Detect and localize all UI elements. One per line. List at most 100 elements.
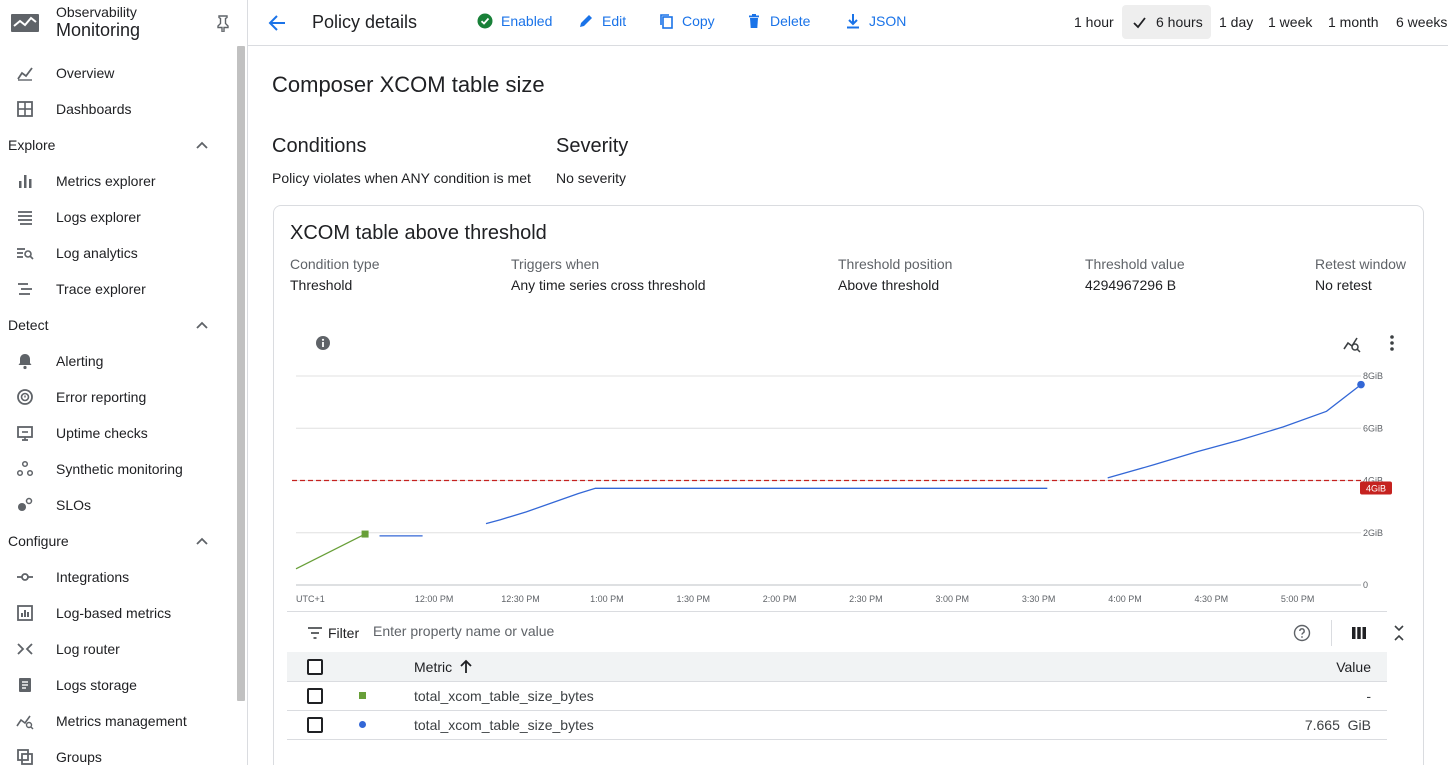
pencil-icon	[580, 15, 592, 27]
columns-icon[interactable]	[1350, 624, 1368, 642]
sidebar-item-label: Trace explorer	[56, 281, 146, 297]
section-label: Detect	[8, 317, 49, 333]
page-header: Policy details Enabled Edit Copy Delete …	[248, 0, 1448, 46]
field-value: 4294967296 B	[1085, 277, 1177, 293]
time-range-label: 6 hours	[1156, 14, 1203, 30]
condition-card: XCOM table above threshold Condition typ…	[273, 205, 1424, 765]
edit-label: Edit	[602, 13, 627, 29]
collapse-icon[interactable]	[1390, 624, 1408, 642]
policy-name: Composer XCOM table size	[272, 72, 545, 97]
section-configure[interactable]: Configure	[0, 523, 247, 559]
bell-icon	[16, 352, 34, 370]
sidebar-item-label: Integrations	[56, 569, 130, 585]
sidebar-nav: Overview Dashboards Explore Metrics expl…	[0, 46, 247, 765]
column-label: Metric	[414, 658, 453, 675]
time-range-1-month[interactable]: 1 month	[1328, 14, 1379, 30]
table-row[interactable]: total_xcom_table_size_bytes 7.665 GiB	[287, 711, 1387, 740]
x-tick-label: 1:00 PM	[590, 594, 624, 604]
brand-subtitle: Observability	[56, 3, 137, 20]
filter-label: Filter	[328, 625, 360, 641]
sidebar-item-metrics-explorer[interactable]: Metrics explorer	[0, 163, 247, 199]
chevron-up-icon	[196, 537, 208, 545]
series-end-marker	[1357, 380, 1365, 389]
conditions-heading: Conditions	[272, 135, 367, 157]
slo-icon	[16, 496, 34, 514]
sidebar-item-logs-explorer[interactable]: Logs explorer	[0, 199, 247, 235]
metric-value: 7.665 GiB	[1304, 717, 1371, 733]
metric-value: -	[1366, 688, 1371, 704]
section-label: Configure	[8, 533, 69, 549]
enabled-toggle[interactable]: Enabled	[477, 13, 552, 29]
sidebar-item-uptime-checks[interactable]: Uptime checks	[0, 415, 247, 451]
sidebar-item-synthetic-monitoring[interactable]: Synthetic monitoring	[0, 451, 247, 487]
table-row[interactable]: total_xcom_table_size_bytes -	[287, 682, 1387, 711]
series-line	[295, 533, 366, 570]
sidebar-item-label: Metrics management	[56, 713, 187, 729]
time-range-1-week[interactable]: 1 week	[1268, 14, 1312, 30]
row-checkbox[interactable]	[307, 688, 323, 704]
help-icon[interactable]	[1293, 624, 1311, 642]
field-label: Retest window	[1315, 256, 1407, 272]
sidebar-item-log-router[interactable]: Log router	[0, 631, 247, 667]
info-icon[interactable]	[315, 335, 331, 351]
sidebar-scrollbar[interactable]	[237, 46, 245, 701]
x-tick-label: 3:00 PM	[936, 594, 970, 604]
condition-title: XCOM table above threshold	[290, 222, 547, 244]
x-tick-label: 12:00 PM	[415, 594, 454, 604]
check-icon	[1133, 16, 1146, 28]
metric-name: total_xcom_table_size_bytes	[414, 717, 594, 733]
sidebar: Observability Monitoring Overview Dashbo…	[0, 0, 248, 765]
copy-icon	[660, 14, 673, 29]
log-metrics-icon	[16, 604, 34, 622]
sidebar-item-slos[interactable]: SLOs	[0, 487, 247, 523]
sidebar-item-log-based-metrics[interactable]: Log-based metrics	[0, 595, 247, 631]
sidebar-item-groups[interactable]: Groups	[0, 739, 247, 765]
field-label: Threshold position	[838, 256, 953, 272]
sidebar-item-trace-explorer[interactable]: Trace explorer	[0, 271, 247, 307]
pin-icon[interactable]	[215, 14, 231, 32]
sidebar-item-logs-storage[interactable]: Logs storage	[0, 667, 247, 703]
sidebar-item-label: Dashboards	[56, 101, 132, 117]
more-vert-icon[interactable]	[1382, 333, 1402, 353]
sidebar-item-label: Logs explorer	[56, 209, 141, 225]
sidebar-item-alerting[interactable]: Alerting	[0, 343, 247, 379]
json-button[interactable]: JSON	[845, 13, 906, 29]
chevron-up-icon	[196, 141, 208, 149]
series-end-marker	[361, 530, 369, 538]
section-detect[interactable]: Detect	[0, 307, 247, 343]
column-header-metric[interactable]: Metric	[414, 659, 474, 675]
filter-input[interactable]	[373, 623, 973, 639]
sidebar-item-label: Metrics explorer	[56, 173, 156, 189]
toolbar-divider	[1331, 620, 1332, 646]
time-range-1-day[interactable]: 1 day	[1219, 14, 1253, 30]
copy-button[interactable]: Copy	[658, 13, 715, 29]
chart-explore-icon[interactable]	[1342, 334, 1362, 354]
delete-button[interactable]: Delete	[746, 13, 810, 29]
sidebar-item-label: Uptime checks	[56, 425, 148, 441]
field-threshold-position: Threshold position Above threshold	[838, 256, 952, 293]
monitoring-logo-icon	[11, 14, 39, 32]
x-tick-label: 2:00 PM	[763, 594, 797, 604]
select-all-checkbox[interactable]	[307, 658, 323, 675]
section-explore[interactable]: Explore	[0, 127, 247, 163]
row-checkbox[interactable]	[307, 717, 323, 733]
json-label: JSON	[869, 13, 907, 29]
sidebar-item-overview[interactable]: Overview	[0, 55, 247, 91]
brand: Observability Monitoring	[0, 0, 247, 46]
sidebar-item-dashboards[interactable]: Dashboards	[0, 91, 247, 127]
chevron-up-icon	[196, 321, 208, 329]
column-header-value[interactable]: Value	[1336, 659, 1371, 675]
sidebar-item-error-reporting[interactable]: Error reporting	[0, 379, 247, 415]
edit-button[interactable]: Edit	[578, 13, 626, 29]
back-arrow-icon[interactable]	[266, 12, 288, 34]
x-tick-label: 4:30 PM	[1195, 594, 1229, 604]
section-label: Explore	[8, 137, 56, 153]
sidebar-item-integrations[interactable]: Integrations	[0, 559, 247, 595]
time-range-6-weeks[interactable]: 6 weeks	[1396, 14, 1447, 30]
storage-icon	[16, 676, 34, 694]
delete-label: Delete	[770, 13, 811, 29]
sidebar-item-log-analytics[interactable]: Log analytics	[0, 235, 247, 271]
sidebar-item-metrics-management[interactable]: Metrics management	[0, 703, 247, 739]
time-range-1-hour[interactable]: 1 hour	[1074, 14, 1114, 30]
time-range-6-hours[interactable]: 6 hours	[1122, 5, 1211, 39]
